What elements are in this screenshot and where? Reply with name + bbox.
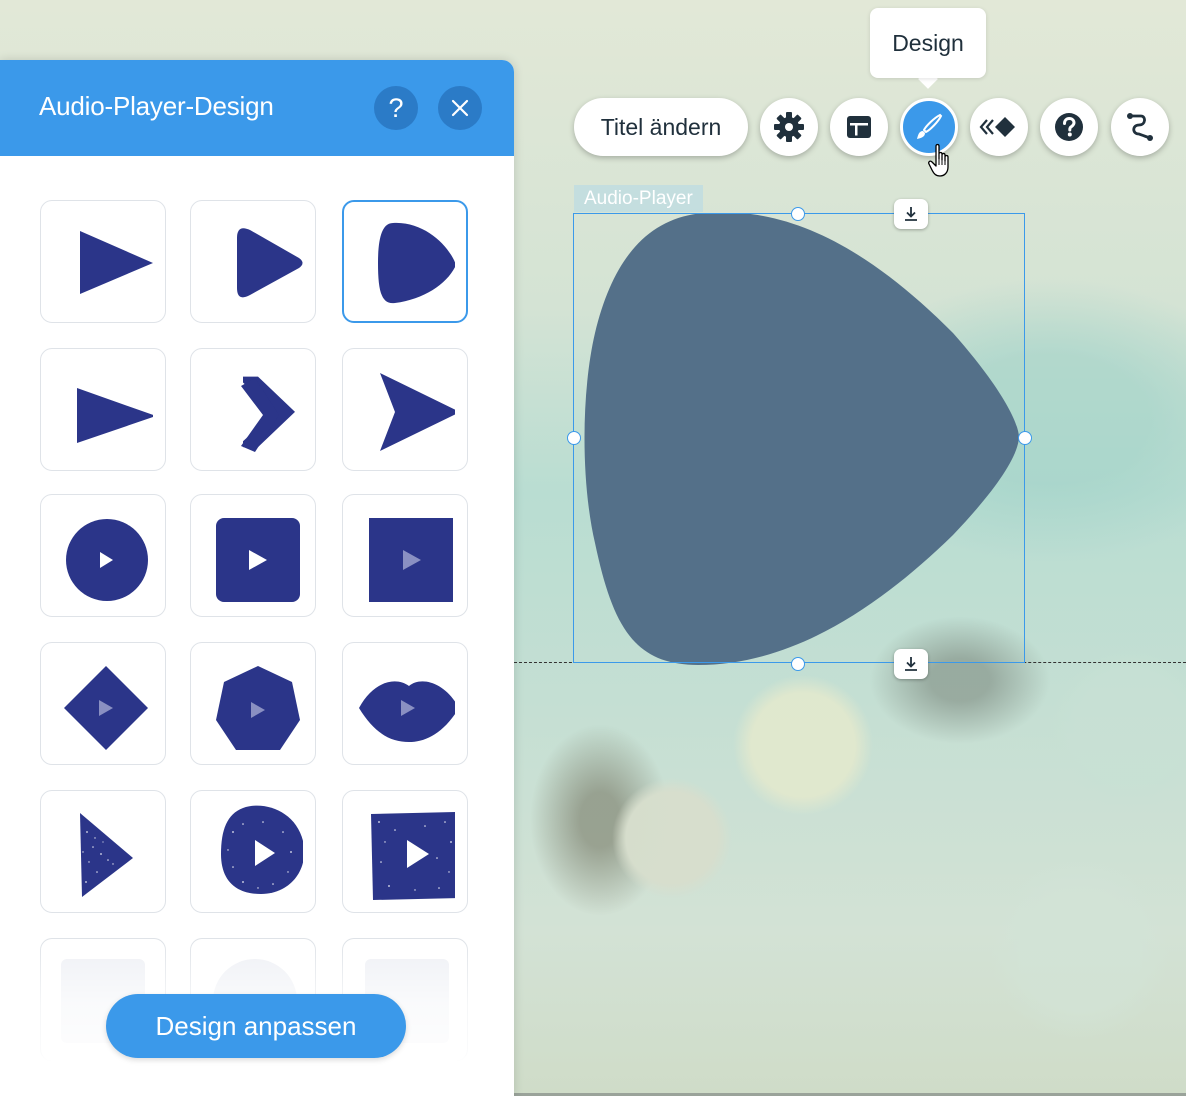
diamond-play-icon — [64, 665, 148, 750]
hand-cursor-icon — [928, 143, 949, 177]
panel-header: Audio-Player-Design ? — [0, 60, 514, 156]
design-option-square[interactable] — [342, 494, 468, 617]
design-option-lips[interactable] — [342, 642, 468, 765]
resize-handle-bottom[interactable] — [791, 657, 805, 671]
play-blob-icon — [378, 222, 455, 303]
circle-play-icon — [66, 518, 148, 601]
play-flat-triangle-icon — [77, 387, 153, 443]
design-option-speckled-triangle[interactable] — [40, 790, 166, 913]
square-play-icon — [369, 517, 453, 602]
design-option-arrowhead[interactable] — [342, 348, 468, 471]
resize-handle-left[interactable] — [567, 431, 581, 445]
help-icon — [1055, 113, 1083, 141]
design-panel: Audio-Player-Design ? Design anpassen — [0, 60, 514, 1096]
change-title-button[interactable]: Titel ändern — [574, 98, 748, 156]
design-option-speckled-blob[interactable] — [190, 790, 316, 913]
design-option-speckled-square[interactable] — [342, 790, 468, 913]
design-option-blob-triangle[interactable] — [342, 200, 468, 323]
design-brush-icon — [917, 113, 943, 139]
arrowhead-icon — [380, 372, 455, 451]
help-toolbar-button[interactable] — [1040, 98, 1098, 156]
play-rounded-triangle-icon — [237, 227, 303, 297]
customize-design-button[interactable]: Design anpassen — [106, 994, 406, 1058]
design-option-flat-triangle[interactable] — [40, 348, 166, 471]
design-option-circle[interactable] — [40, 494, 166, 617]
design-option-rounded-square[interactable] — [190, 494, 316, 617]
selection-frame — [573, 213, 1025, 663]
settings-button[interactable] — [760, 98, 818, 156]
design-option-diamond[interactable] — [40, 642, 166, 765]
close-icon — [451, 99, 469, 117]
anchor-bottom-button[interactable] — [894, 649, 928, 679]
connect-icon — [1127, 113, 1153, 141]
design-option-triangle[interactable] — [40, 200, 166, 323]
play-triangle-icon — [80, 230, 153, 294]
lips-play-icon — [359, 680, 455, 742]
animation-button[interactable] — [970, 98, 1028, 156]
element-label: Audio-Player — [574, 185, 703, 212]
design-tooltip: Design — [870, 8, 986, 78]
design-option-heptagon[interactable] — [190, 642, 316, 765]
help-button[interactable]: ? — [374, 86, 418, 130]
panel-title: Audio-Player-Design — [39, 91, 274, 121]
design-option-rounded-triangle[interactable] — [190, 200, 316, 323]
layout-button[interactable] — [830, 98, 888, 156]
animation-icon — [979, 117, 1015, 137]
resize-handle-top[interactable] — [791, 207, 805, 221]
anchor-top-button[interactable] — [894, 199, 928, 229]
download-anchor-icon — [905, 207, 917, 221]
speckled-blob-icon — [221, 805, 303, 894]
help-icon: ? — [388, 92, 404, 123]
rounded-square-play-icon — [216, 517, 300, 602]
speckled-square-icon — [371, 811, 455, 900]
design-option-chevron[interactable] — [190, 348, 316, 471]
chevron-right-icon — [241, 376, 295, 452]
speckled-triangle-icon — [80, 812, 133, 897]
layout-icon — [847, 116, 871, 138]
settings-icon — [774, 112, 804, 142]
download-anchor-icon — [905, 657, 917, 671]
close-button[interactable] — [438, 86, 482, 130]
connect-button[interactable] — [1111, 98, 1169, 156]
resize-handle-right[interactable] — [1018, 431, 1032, 445]
heptagon-play-icon — [216, 665, 300, 750]
